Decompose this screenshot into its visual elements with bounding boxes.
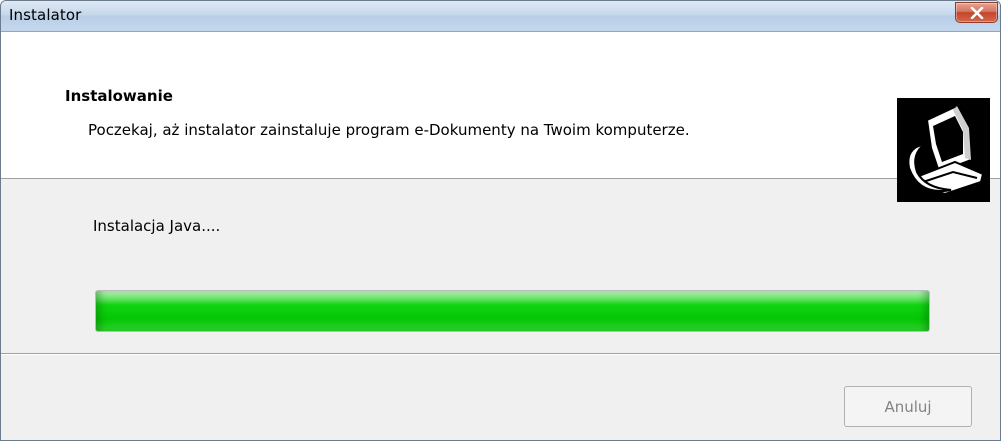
window-title: Instalator [9, 6, 82, 24]
computer-install-icon [897, 98, 990, 202]
page-title: Instalowanie [65, 87, 173, 105]
progress-bar [95, 290, 930, 332]
progress-fill [96, 291, 929, 331]
page-subtitle: Poczekaj, aż instalator zainstaluje prog… [88, 121, 690, 139]
title-bar[interactable]: Instalator [1, 1, 1000, 32]
installer-window: Instalator Instalowanie Poczekaj, aż ins… [0, 0, 1001, 441]
status-label: Instalacja Java.... [93, 217, 221, 235]
header-panel: Instalowanie Poczekaj, aż instalator zai… [1, 32, 1000, 202]
cancel-button[interactable]: Anuluj [844, 386, 972, 427]
close-icon [970, 7, 984, 19]
divider [1, 353, 1000, 355]
close-button[interactable] [955, 2, 998, 23]
